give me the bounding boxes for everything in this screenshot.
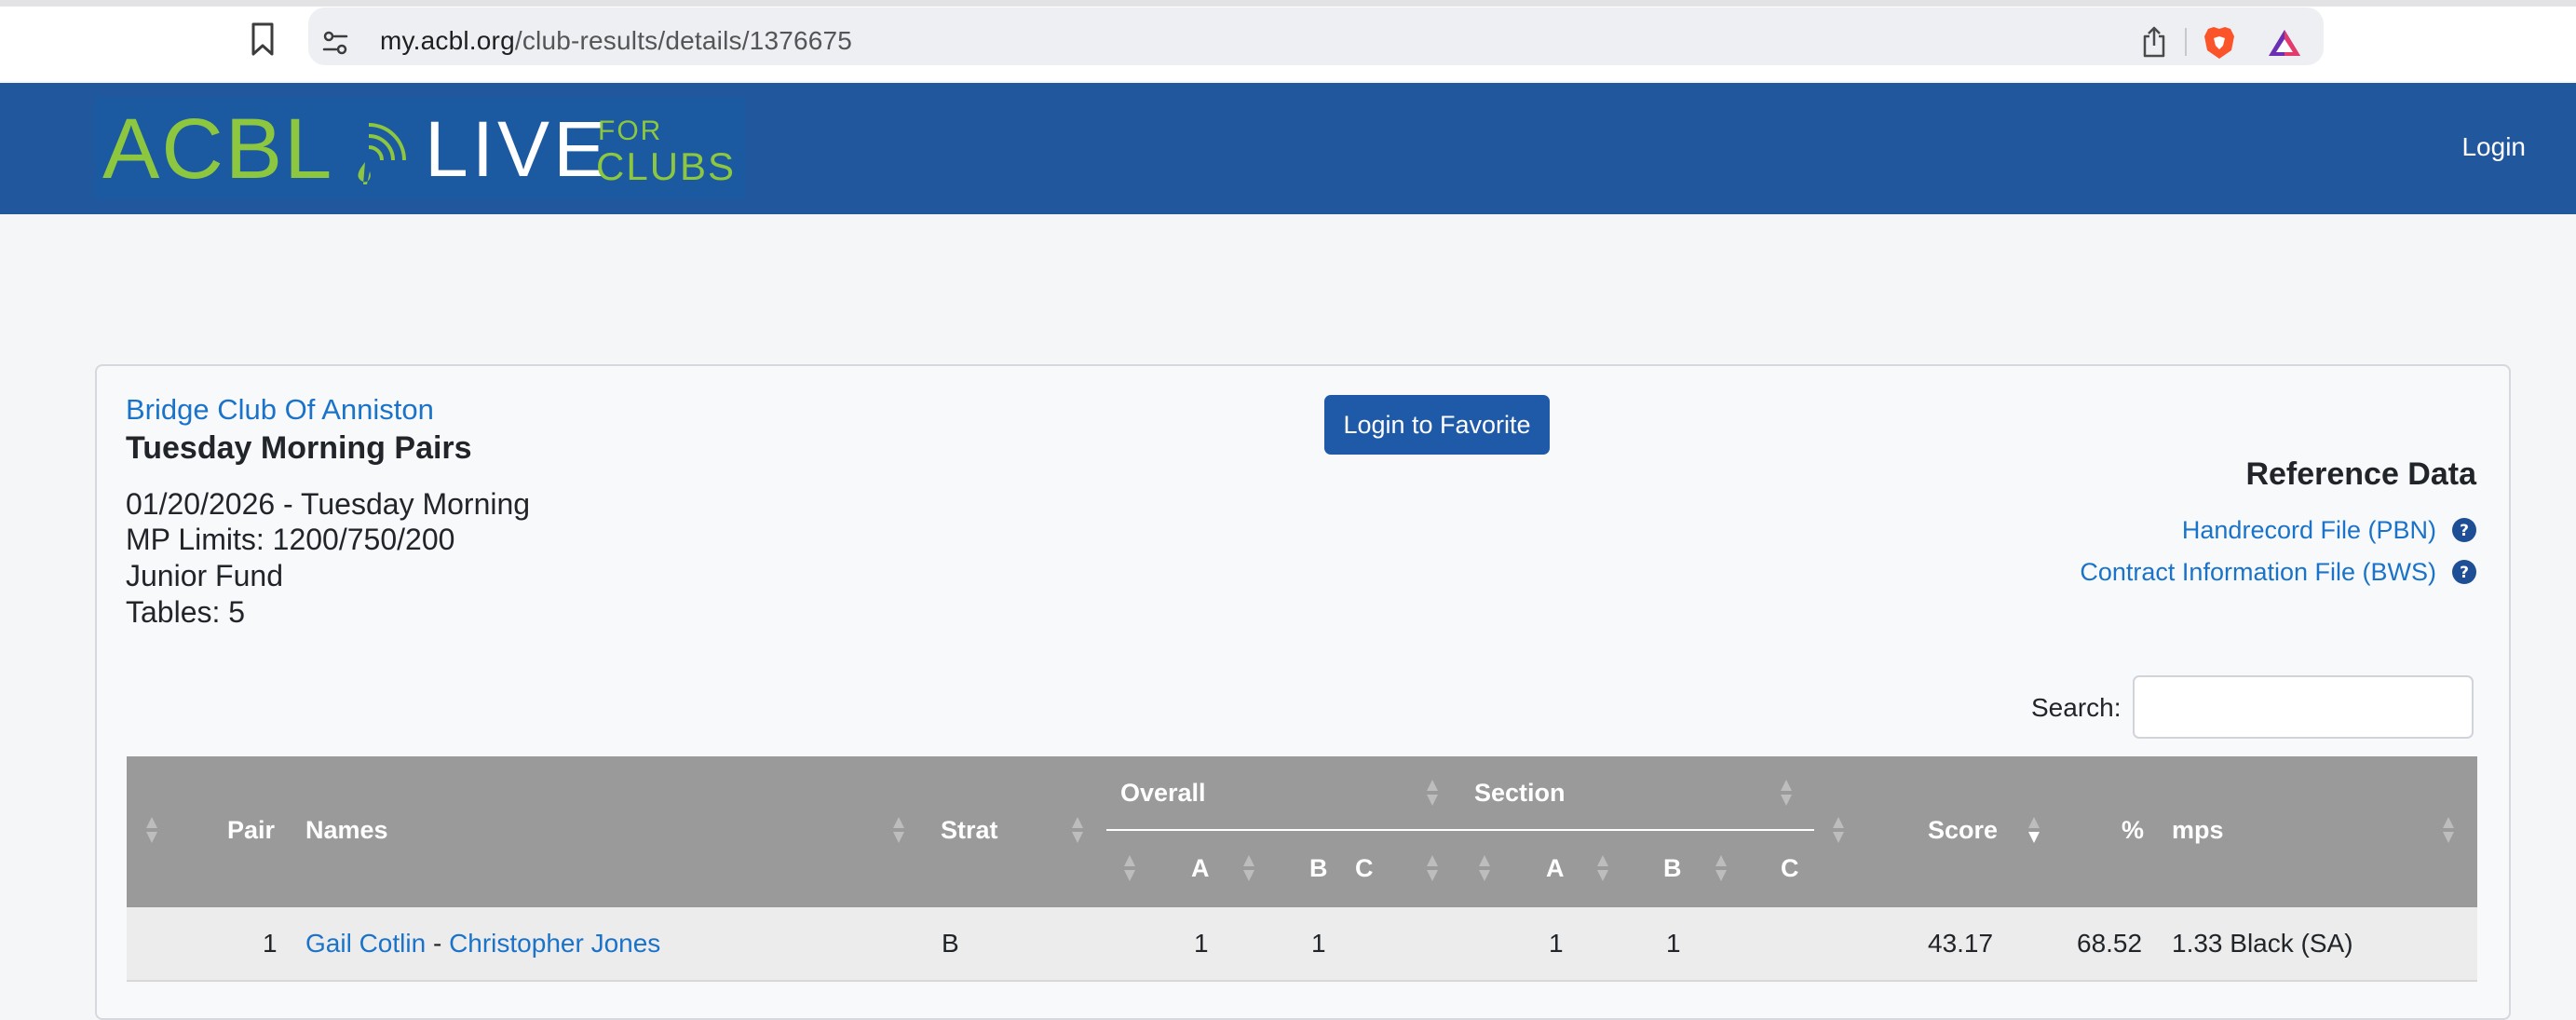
sort-icon[interactable] bbox=[1780, 779, 1793, 807]
col-header-section[interactable]: Section bbox=[1474, 779, 1566, 808]
brave-rewards-icon[interactable] bbox=[2266, 27, 2303, 59]
logo-live-text: LIVE bbox=[425, 105, 610, 193]
col-header-section-a[interactable]: A bbox=[1546, 854, 1565, 883]
club-name-link[interactable]: Bridge Club Of Anniston bbox=[126, 393, 434, 427]
login-link[interactable]: Login bbox=[2461, 132, 2526, 162]
sort-icon[interactable] bbox=[1715, 854, 1728, 882]
sort-icon[interactable] bbox=[1426, 854, 1439, 882]
login-to-favorite-button[interactable]: Login to Favorite bbox=[1324, 395, 1550, 455]
event-title: Tuesday Morning Pairs bbox=[126, 430, 472, 466]
col-header-overall-a[interactable]: A bbox=[1191, 854, 1210, 883]
sort-icon[interactable] bbox=[1478, 854, 1491, 882]
logo-clubs-text: CLUBS bbox=[596, 144, 737, 188]
names-separator: - bbox=[426, 929, 450, 958]
sort-icon[interactable] bbox=[145, 816, 158, 844]
col-header-pct[interactable]: % bbox=[2122, 816, 2144, 845]
table-count: Tables: 5 bbox=[126, 595, 246, 629]
col-header-overall[interactable]: Overall bbox=[1120, 779, 1206, 808]
sort-desc-icon[interactable] bbox=[2027, 816, 2040, 844]
col-header-strat[interactable]: Strat bbox=[941, 816, 998, 845]
logo-acbl-text: ACBL bbox=[102, 102, 334, 197]
logo-for-text: FOR bbox=[598, 116, 663, 146]
col-header-score[interactable]: Score bbox=[1928, 816, 1998, 845]
search-label: Search: bbox=[2031, 693, 2122, 722]
cell-section-b: 1 bbox=[1666, 929, 1681, 958]
sort-icon[interactable] bbox=[892, 816, 905, 844]
sort-icon[interactable] bbox=[1071, 816, 1084, 844]
cell-pair: 1 bbox=[263, 929, 278, 958]
svg-text:?: ? bbox=[2460, 564, 2469, 582]
logo-signal-icon bbox=[358, 123, 406, 184]
sort-icon[interactable] bbox=[1426, 779, 1439, 807]
reference-data-title: Reference Data bbox=[2245, 456, 2476, 492]
url-host: my.acbl.org bbox=[380, 26, 515, 55]
col-header-overall-c[interactable]: C bbox=[1355, 854, 1374, 883]
col-header-names[interactable]: Names bbox=[305, 816, 388, 845]
mp-limits: MP Limits: 1200/750/200 bbox=[126, 523, 455, 556]
cell-strat: B bbox=[942, 929, 959, 958]
help-icon[interactable]: ? bbox=[2451, 517, 2477, 543]
cell-overall-b: 1 bbox=[1311, 929, 1326, 958]
col-header-section-c[interactable]: C bbox=[1781, 854, 1799, 883]
cell-section-a: 1 bbox=[1549, 929, 1564, 958]
sort-icon[interactable] bbox=[1242, 854, 1255, 882]
col-header-section-b[interactable]: B bbox=[1663, 854, 1682, 883]
contract-info-link[interactable]: Contract Information File (BWS) bbox=[2080, 558, 2436, 587]
browser-top-strip bbox=[0, 0, 2576, 7]
toolbar-separator bbox=[2185, 28, 2187, 56]
col-header-overall-b[interactable]: B bbox=[1309, 854, 1328, 883]
svg-text:?: ? bbox=[2460, 522, 2469, 540]
help-icon[interactable]: ? bbox=[2451, 559, 2477, 585]
sort-icon[interactable] bbox=[1832, 816, 1845, 844]
col-header-mps[interactable]: mps bbox=[2172, 816, 2224, 845]
player-link[interactable]: Christopher Jones bbox=[449, 929, 660, 958]
sort-icon[interactable] bbox=[1596, 854, 1609, 882]
cell-mps: 1.33 Black (SA) bbox=[2172, 929, 2353, 958]
share-icon[interactable] bbox=[2140, 25, 2168, 59]
cell-overall-a: 1 bbox=[1194, 929, 1209, 958]
url-path: /club-results/details/1376675 bbox=[514, 26, 853, 55]
sort-icon[interactable] bbox=[2442, 816, 2455, 844]
event-date: 01/20/2026 - Tuesday Morning bbox=[126, 487, 531, 521]
cell-names: Gail Cotlin - Christopher Jones bbox=[305, 929, 660, 959]
header-group-divider bbox=[1106, 829, 1814, 831]
cell-score: 43.17 bbox=[1928, 929, 1994, 958]
url-text[interactable]: my.acbl.org/club-results/details/1376675 bbox=[380, 26, 852, 56]
player-link[interactable]: Gail Cotlin bbox=[305, 929, 426, 958]
cell-pct: 68.52 bbox=[2077, 929, 2143, 958]
bookmark-icon[interactable] bbox=[248, 20, 278, 58]
sort-icon[interactable] bbox=[1123, 854, 1136, 882]
handrecord-link[interactable]: Handrecord File (PBN) bbox=[2182, 516, 2436, 545]
event-fund: Junior Fund bbox=[126, 559, 283, 592]
search-input[interactable] bbox=[2133, 675, 2474, 739]
col-header-pair[interactable]: Pair bbox=[227, 816, 275, 845]
site-settings-icon[interactable] bbox=[320, 28, 350, 58]
brave-shields-icon[interactable] bbox=[2203, 25, 2236, 61]
